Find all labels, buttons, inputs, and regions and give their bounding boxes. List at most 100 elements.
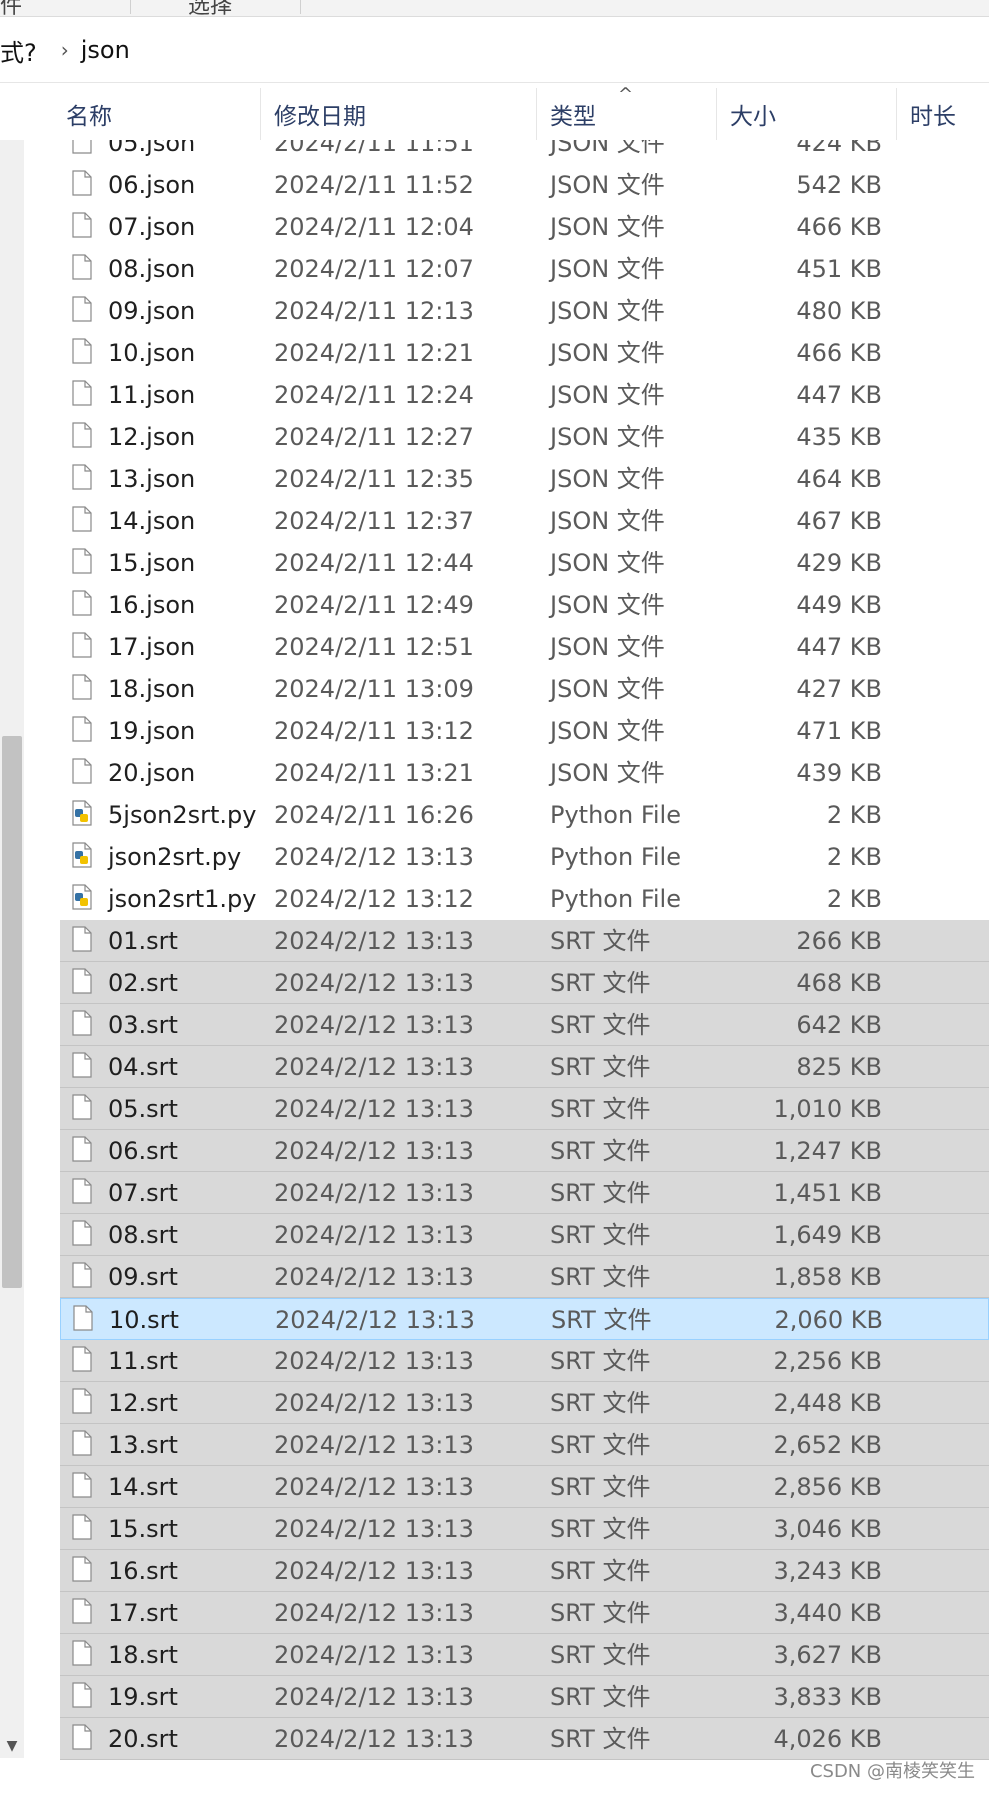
file-modified-date: 2024/2/11 12:21 bbox=[274, 339, 474, 367]
file-row[interactable]: 05.srt 2024/2/12 13:13 SRT 文件 1,010 KB bbox=[60, 1088, 989, 1130]
chevron-right-icon[interactable]: › bbox=[61, 38, 69, 62]
generic-file-icon bbox=[72, 1430, 92, 1456]
file-row[interactable]: 13.json 2024/2/11 12:35 JSON 文件 464 KB bbox=[60, 458, 989, 500]
generic-file-icon bbox=[72, 1052, 92, 1078]
file-name: 11.json bbox=[108, 381, 196, 409]
column-divider[interactable] bbox=[896, 88, 897, 140]
file-row[interactable]: 16.srt 2024/2/12 13:13 SRT 文件 3,243 KB bbox=[60, 1550, 989, 1592]
file-type: SRT 文件 bbox=[550, 1473, 651, 1501]
breadcrumb-current-folder[interactable]: json bbox=[81, 36, 130, 64]
file-row[interactable]: 07.json 2024/2/11 12:04 JSON 文件 466 KB bbox=[60, 206, 989, 248]
file-size: 424 KB bbox=[796, 140, 882, 157]
file-row[interactable]: 09.srt 2024/2/12 13:13 SRT 文件 1,858 KB bbox=[60, 1256, 989, 1298]
file-row[interactable]: 07.srt 2024/2/12 13:13 SRT 文件 1,451 KB bbox=[60, 1172, 989, 1214]
address-bar[interactable]: 式? › json bbox=[0, 18, 989, 83]
file-row[interactable]: 08.srt 2024/2/12 13:13 SRT 文件 1,649 KB bbox=[60, 1214, 989, 1256]
file-size: 4,026 KB bbox=[773, 1725, 882, 1753]
file-row[interactable]: 10.srt 2024/2/12 13:13 SRT 文件 2,060 KB bbox=[60, 1298, 989, 1340]
column-divider[interactable] bbox=[536, 88, 537, 140]
file-row[interactable]: 06.json 2024/2/11 11:52 JSON 文件 542 KB bbox=[60, 164, 989, 206]
file-size: 825 KB bbox=[796, 1053, 882, 1081]
file-row[interactable]: 08.json 2024/2/11 12:07 JSON 文件 451 KB bbox=[60, 248, 989, 290]
file-type: SRT 文件 bbox=[550, 1179, 651, 1207]
file-row[interactable]: 05.json 2024/2/11 11:51 JSON 文件 424 KB bbox=[60, 140, 989, 164]
file-size: 1,247 KB bbox=[773, 1137, 882, 1165]
column-divider[interactable] bbox=[716, 88, 717, 140]
column-header-size[interactable]: 大小 bbox=[730, 88, 776, 140]
file-modified-date: 2024/2/12 13:13 bbox=[274, 1557, 474, 1585]
file-row[interactable]: 20.srt 2024/2/12 13:13 SRT 文件 4,026 KB bbox=[60, 1718, 989, 1760]
file-row[interactable]: 19.json 2024/2/11 13:12 JSON 文件 471 KB bbox=[60, 710, 989, 752]
column-header-date[interactable]: 修改日期 bbox=[274, 88, 366, 140]
file-modified-date: 2024/2/12 13:13 bbox=[274, 1599, 474, 1627]
file-row[interactable]: 13.srt 2024/2/12 13:13 SRT 文件 2,652 KB bbox=[60, 1424, 989, 1466]
file-row[interactable]: 19.srt 2024/2/12 13:13 SRT 文件 3,833 KB bbox=[60, 1676, 989, 1718]
generic-file-icon bbox=[72, 1220, 92, 1246]
file-row[interactable]: 03.srt 2024/2/12 13:13 SRT 文件 642 KB bbox=[60, 1004, 989, 1046]
file-row[interactable]: 14.json 2024/2/11 12:37 JSON 文件 467 KB bbox=[60, 500, 989, 542]
file-modified-date: 2024/2/12 13:13 bbox=[274, 1137, 474, 1165]
file-row[interactable]: 09.json 2024/2/11 12:13 JSON 文件 480 KB bbox=[60, 290, 989, 332]
file-type: JSON 文件 bbox=[550, 759, 665, 787]
file-size: 2 KB bbox=[826, 801, 882, 829]
file-size: 447 KB bbox=[796, 381, 882, 409]
breadcrumb-prev-segment[interactable]: 式? bbox=[0, 33, 37, 68]
file-type: SRT 文件 bbox=[550, 927, 651, 955]
column-header-name[interactable]: 名称 bbox=[66, 88, 112, 140]
file-name: 01.srt bbox=[108, 927, 178, 955]
file-row[interactable]: 15.srt 2024/2/12 13:13 SRT 文件 3,046 KB bbox=[60, 1508, 989, 1550]
file-modified-date: 2024/2/12 13:13 bbox=[274, 1053, 474, 1081]
file-row[interactable]: 20.json 2024/2/11 13:21 JSON 文件 439 KB bbox=[60, 752, 989, 794]
file-name: 11.srt bbox=[108, 1347, 178, 1375]
generic-file-icon bbox=[72, 1262, 92, 1288]
file-row[interactable]: 18.json 2024/2/11 13:09 JSON 文件 427 KB bbox=[60, 668, 989, 710]
file-row[interactable]: 12.json 2024/2/11 12:27 JSON 文件 435 KB bbox=[60, 416, 989, 458]
generic-file-icon bbox=[72, 1136, 92, 1162]
generic-file-icon bbox=[72, 1094, 92, 1120]
file-row[interactable]: 16.json 2024/2/11 12:49 JSON 文件 449 KB bbox=[60, 584, 989, 626]
file-size: 480 KB bbox=[796, 297, 882, 325]
file-row[interactable]: 01.srt 2024/2/12 13:13 SRT 文件 266 KB bbox=[60, 920, 989, 962]
file-modified-date: 2024/2/12 13:13 bbox=[275, 1306, 475, 1334]
file-size: 2 KB bbox=[826, 885, 882, 913]
file-size: 1,010 KB bbox=[773, 1095, 882, 1123]
column-divider[interactable] bbox=[260, 88, 261, 140]
file-type: JSON 文件 bbox=[550, 675, 665, 703]
file-name: 15.srt bbox=[108, 1515, 178, 1543]
file-row[interactable]: 10.json 2024/2/11 12:21 JSON 文件 466 KB bbox=[60, 332, 989, 374]
file-row[interactable]: 12.srt 2024/2/12 13:13 SRT 文件 2,448 KB bbox=[60, 1382, 989, 1424]
file-row[interactable]: 15.json 2024/2/11 12:44 JSON 文件 429 KB bbox=[60, 542, 989, 584]
file-row[interactable]: 18.srt 2024/2/12 13:13 SRT 文件 3,627 KB bbox=[60, 1634, 989, 1676]
generic-file-icon bbox=[72, 1724, 92, 1750]
file-name: 10.json bbox=[108, 339, 196, 367]
file-name: 17.srt bbox=[108, 1599, 178, 1627]
file-row[interactable]: 02.srt 2024/2/12 13:13 SRT 文件 468 KB bbox=[60, 962, 989, 1004]
file-row[interactable]: 11.json 2024/2/11 12:24 JSON 文件 447 KB bbox=[60, 374, 989, 416]
generic-file-icon bbox=[72, 758, 92, 784]
generic-file-icon bbox=[73, 1305, 93, 1331]
ribbon-tab-left[interactable]: 件 bbox=[0, 0, 22, 20]
column-header-duration[interactable]: 时长 bbox=[910, 88, 956, 140]
column-header-type[interactable]: 类型 bbox=[550, 88, 596, 140]
file-type: SRT 文件 bbox=[550, 1263, 651, 1291]
file-name: 15.json bbox=[108, 549, 196, 577]
file-name: 12.srt bbox=[108, 1389, 178, 1417]
ribbon-tab-select[interactable]: 选择 bbox=[188, 0, 232, 20]
file-row[interactable]: 04.srt 2024/2/12 13:13 SRT 文件 825 KB bbox=[60, 1046, 989, 1088]
file-size: 451 KB bbox=[796, 255, 882, 283]
file-modified-date: 2024/2/11 16:26 bbox=[274, 801, 474, 829]
file-name: 16.json bbox=[108, 591, 196, 619]
file-row[interactable]: json2srt.py 2024/2/12 13:13 Python File 2 K… bbox=[60, 836, 989, 878]
file-row[interactable]: json2srt1.py 2024/2/12 13:12 Python File 2 … bbox=[60, 878, 989, 920]
file-row[interactable]: 11.srt 2024/2/12 13:13 SRT 文件 2,256 KB bbox=[60, 1340, 989, 1382]
file-row[interactable]: 14.srt 2024/2/12 13:13 SRT 文件 2,856 KB bbox=[60, 1466, 989, 1508]
file-modified-date: 2024/2/11 13:09 bbox=[274, 675, 474, 703]
file-row[interactable]: 17.srt 2024/2/12 13:13 SRT 文件 3,440 KB bbox=[60, 1592, 989, 1634]
file-modified-date: 2024/2/12 13:13 bbox=[274, 1725, 474, 1753]
file-row[interactable]: 5json2srt.py 2024/2/11 16:26 Python File 2 … bbox=[60, 794, 989, 836]
file-size: 464 KB bbox=[796, 465, 882, 493]
file-name: 14.srt bbox=[108, 1473, 178, 1501]
generic-file-icon bbox=[72, 140, 92, 154]
file-row[interactable]: 17.json 2024/2/11 12:51 JSON 文件 447 KB bbox=[60, 626, 989, 668]
file-row[interactable]: 06.srt 2024/2/12 13:13 SRT 文件 1,247 KB bbox=[60, 1130, 989, 1172]
